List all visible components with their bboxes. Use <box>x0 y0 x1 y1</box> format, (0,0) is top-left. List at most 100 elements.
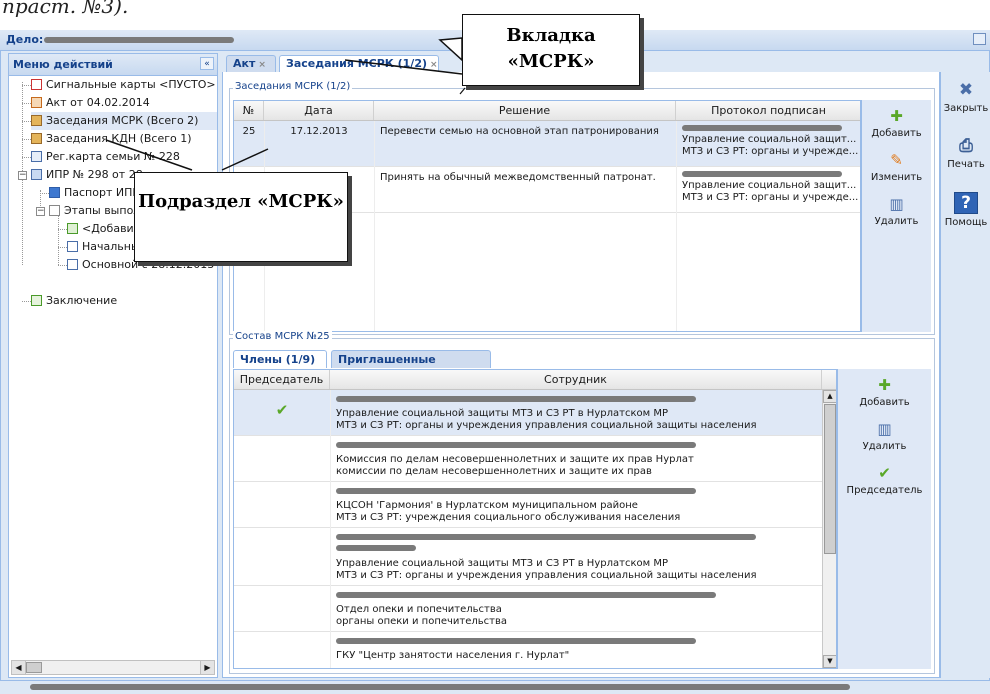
window-title-label: Дело: <box>6 33 44 46</box>
actions-menu-title: Меню действий <box>13 58 113 71</box>
redacted-employee-name <box>336 534 756 540</box>
print-button[interactable]: ⎙ Печать <box>941 136 990 170</box>
ipr-icon <box>31 169 42 180</box>
tab-act[interactable]: Акт × <box>226 55 276 72</box>
maximize-button[interactable] <box>973 33 986 45</box>
member-org: Отдел опеки и попечительства <box>336 604 502 615</box>
member-org: КЦСОН 'Гармония' в Нурлатском муниципаль… <box>336 500 638 511</box>
trash-icon: ▥ <box>889 195 904 213</box>
meetings-legend: Заседания МСРК (1/2) <box>233 81 353 92</box>
meetings-actions: ✚ Добавить ✎ Изменить ▥ Удалить <box>861 100 931 332</box>
passport-icon <box>49 187 60 198</box>
scroll-up-arrow-icon[interactable]: ▲ <box>823 390 836 403</box>
actions-menu-header: Меню действий « <box>9 54 217 76</box>
tree-item-act[interactable]: Акт от 04.02.2014 <box>31 94 150 112</box>
tree-item-signal-cards[interactable]: Сигнальные карты <ПУСТО> <box>31 76 216 94</box>
close-icon: ✖ <box>958 80 974 100</box>
tree-horizontal-scrollbar[interactable]: ◀ ▶ <box>11 660 215 675</box>
column-header[interactable]: Протокол подписан <box>676 101 860 120</box>
collapse-panel-button[interactable]: « <box>200 57 214 70</box>
tree-item-kdn-meetings[interactable]: Заседания КДН (Всего 1) <box>31 130 192 148</box>
scrollbar-thumb[interactable] <box>824 404 836 554</box>
member-category: МТЗ и СЗ РТ: органы и учреждения управле… <box>336 570 757 581</box>
redacted-signer <box>682 171 842 177</box>
table-row[interactable]: ✔ Управление социальной защиты МТЗ и СЗ … <box>234 390 822 436</box>
signal-card-icon <box>31 79 42 90</box>
member-category: органы опеки и попечительства <box>336 616 508 627</box>
tree-item-ipr[interactable]: ИПР № 298 от 28. <box>31 166 146 184</box>
tree-collapse-toggle[interactable]: − <box>18 171 27 180</box>
column-header[interactable]: Сотрудник <box>330 370 822 389</box>
column-header[interactable]: № <box>234 101 264 120</box>
redacted-signer <box>682 125 842 131</box>
table-row[interactable]: Комиссия по делам несовершеннолетних и з… <box>234 436 822 482</box>
meeting-icon <box>31 133 42 144</box>
member-category: МТЗ и СЗ РТ: органы и учреждения управле… <box>336 420 757 431</box>
scrollbar-thumb[interactable] <box>26 662 42 673</box>
member-org: Комиссия по делам несовершеннолетних и з… <box>336 454 694 465</box>
table-row[interactable]: Отдел опеки и попечительства органы опек… <box>234 586 822 632</box>
redacted-case-name <box>44 37 234 43</box>
conclusion-icon <box>31 295 42 306</box>
table-row[interactable]: ГКУ "Центр занятости населения г. Нурлат… <box>234 632 822 668</box>
row-signed-line: Управление социальной защит... <box>682 180 857 191</box>
row-decision: Принять на обычный межведомственный патр… <box>380 172 656 183</box>
redacted-employee-name <box>336 592 716 598</box>
add-meeting-button[interactable]: ✚ Добавить <box>862 108 931 139</box>
tree-item-conclusion[interactable]: Заключение <box>31 292 117 310</box>
status-bar <box>0 680 990 694</box>
add-member-button[interactable]: ✚ Добавить <box>838 377 931 408</box>
help-button[interactable]: ? Помощь <box>941 192 990 228</box>
tree-item-mspk-meetings[interactable]: Заседания МСРК (Всего 2) <box>31 112 217 130</box>
redacted-status-text <box>30 684 850 690</box>
stage-icon <box>67 259 78 270</box>
table-row[interactable]: 25 17.12.2013 Перевести семью на основно… <box>234 121 860 167</box>
scroll-left-arrow-icon[interactable]: ◀ <box>12 661 26 674</box>
delete-meeting-button[interactable]: ▥ Удалить <box>862 196 931 227</box>
edit-meeting-button[interactable]: ✎ Изменить <box>862 152 931 183</box>
tree-collapse-toggle[interactable]: − <box>36 207 45 216</box>
members-vertical-scrollbar[interactable]: ▲ ▼ <box>822 390 836 668</box>
row-number: 25 <box>242 126 256 137</box>
tree-item-ipr-passport[interactable]: Паспорт ИПР <box>49 184 139 202</box>
row-decision: Перевести семью на основной этап патрони… <box>380 126 659 137</box>
pencil-icon: ✎ <box>890 151 903 169</box>
redacted-employee-name <box>336 545 416 551</box>
delete-member-button[interactable]: ▥ Удалить <box>838 421 931 452</box>
trash-icon: ▥ <box>877 420 892 438</box>
subtab-members[interactable]: Члены (1/9) <box>233 350 327 368</box>
actions-menu-panel: Меню действий « − − Сигнальные карты <ПУ… <box>8 53 223 678</box>
family-card-icon <box>31 151 42 162</box>
printer-icon: ⎙ <box>959 136 973 156</box>
row-signed-line: МТЗ и СЗ РТ: органы и учрежде... <box>682 192 859 203</box>
column-header[interactable]: Дата <box>264 101 374 120</box>
row-date: 17.12.2013 <box>290 126 348 137</box>
set-chair-button[interactable]: ✔ Председатель <box>838 465 931 496</box>
tab-close-icon[interactable]: × <box>430 60 438 70</box>
members-grid-header: Председатель Сотрудник <box>234 370 836 390</box>
act-icon <box>31 97 42 108</box>
tab-close-icon[interactable]: × <box>258 60 266 70</box>
redacted-employee-name <box>336 488 696 494</box>
chair-check-icon: ✔ <box>275 402 289 418</box>
member-org: Управление социальной защиты МТЗ и СЗ РТ… <box>336 408 668 419</box>
tab-content: Заседания МСРК (1/2) № Дата Решение Прот… <box>222 72 940 678</box>
table-row[interactable]: Управление социальной защиты МТЗ и СЗ РТ… <box>234 528 822 586</box>
stages-icon <box>49 205 60 216</box>
subtab-invited[interactable]: Приглашенные <Пусто> <box>331 350 491 383</box>
tree-item-family-card[interactable]: Рег.карта семьи № 228 <box>31 148 180 166</box>
table-row[interactable]: КЦСОН 'Гармония' в Нурлатском муниципаль… <box>234 482 822 528</box>
close-button[interactable]: ✖ Закрыть <box>941 80 990 114</box>
plus-icon: ✚ <box>878 376 891 394</box>
redacted-employee-name <box>336 442 696 448</box>
right-toolbar: ✖ Закрыть ⎙ Печать ? Помощь <box>940 72 990 678</box>
members-actions: ✚ Добавить ▥ Удалить ✔ Председатель <box>837 369 931 669</box>
composition-subtabs: Члены (1/9) Приглашенные <Пусто> <box>233 350 853 383</box>
tab-mspk-meetings[interactable]: Заседания МСРК (1/2) × <box>279 55 439 72</box>
plus-icon: ✚ <box>890 107 903 125</box>
scroll-right-arrow-icon[interactable]: ▶ <box>200 661 214 674</box>
column-header[interactable]: Решение <box>374 101 676 120</box>
column-header[interactable]: Председатель <box>234 370 330 389</box>
member-category: МТЗ и СЗ РТ: учреждения социального обсл… <box>336 512 681 523</box>
scroll-down-arrow-icon[interactable]: ▼ <box>823 655 836 668</box>
